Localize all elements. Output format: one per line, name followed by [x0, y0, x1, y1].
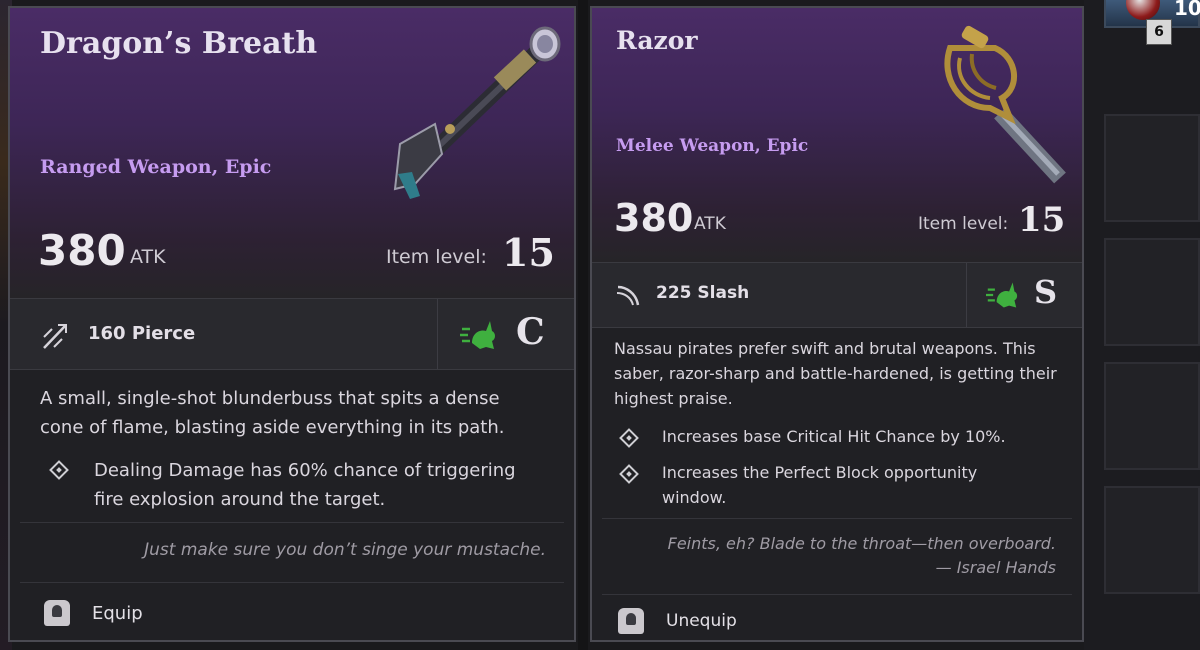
pierce-icon [43, 324, 67, 349]
perk-text: Dealing Damage has 60% chance of trigger… [94, 460, 516, 510]
slash-icon [616, 285, 640, 306]
item-level-label: Item level: [386, 246, 487, 268]
atk-value: 380 [38, 226, 126, 275]
speed-grade: S [1034, 273, 1058, 311]
atk-value: 380 [614, 196, 694, 240]
item-level-value: 15 [1018, 200, 1066, 240]
rabbit-speed-icon [460, 321, 495, 349]
divider [20, 582, 564, 583]
perk-item: Increases the Perfect Block opportunity … [619, 460, 1042, 510]
weapon-description: A small, single-shot blunderbuss that sp… [40, 388, 505, 438]
item-count-badge: 6 [1146, 19, 1172, 45]
speed-grade: C [516, 311, 545, 353]
key-prompt-icon [44, 600, 70, 626]
perk-text: Increases base Critical Hit Chance by 10… [662, 427, 1006, 446]
quote-attribution: — Israel Hands [935, 558, 1056, 577]
weapon-tooltip-dragons-breath: Dragon’s Breath Ranged Weapon, Epic 380 … [8, 6, 576, 642]
perk-text: Increases the Perfect Block opportunity … [662, 463, 978, 507]
item-level-label: Item level: [918, 214, 1009, 234]
damage-stat-row: 225 Slash S [592, 262, 1082, 328]
weapon-type: Melee Weapon, Epic [616, 136, 809, 156]
damage-value: 160 Pierce [88, 323, 196, 344]
perk-diamond-icon [619, 464, 639, 484]
inventory-slot[interactable] [1104, 238, 1200, 346]
perk-diamond-icon [49, 460, 69, 480]
divider [602, 518, 1072, 519]
flavor-quote: Just make sure you don’t singe your must… [144, 540, 546, 560]
atk-label: ATK [130, 246, 166, 268]
weapon-tooltip-razor: Razor Melee Weapon, Epic 380 ATK Item le… [590, 6, 1084, 642]
action-label: Equip [92, 602, 143, 624]
unequip-button[interactable]: Unequip [618, 608, 737, 634]
weapon-description: Nassau pirates prefer swift and brutal w… [614, 339, 1057, 408]
damage-value: 225 Slash [656, 283, 750, 303]
flavor-quote: Feints, eh? Blade to the throat—then ove… [668, 532, 1056, 580]
item-level-value: 15 [502, 230, 555, 275]
perk-diamond-icon [619, 428, 639, 448]
blunderbuss-icon [393, 26, 561, 199]
divider [602, 594, 1072, 595]
action-label: Unequip [666, 611, 737, 631]
key-prompt-icon [618, 608, 644, 634]
equip-button[interactable]: Equip [44, 600, 143, 626]
stat-divider [966, 263, 967, 327]
orb-icon [1126, 0, 1160, 20]
damage-stat-row: 160 Pierce C [10, 298, 574, 370]
perk-item: Dealing Damage has 60% chance of trigger… [49, 456, 550, 514]
stat-divider [437, 299, 438, 369]
divider [20, 522, 564, 523]
background-gap [578, 0, 588, 650]
weapon-title: Dragon’s Breath [40, 26, 318, 61]
atk-label: ATK [694, 214, 726, 234]
saber-icon [944, 25, 1066, 184]
weapon-title: Razor [616, 26, 698, 55]
perk-item: Increases base Critical Hit Chance by 10… [619, 424, 1042, 449]
weapon-type: Ranged Weapon, Epic [40, 156, 272, 178]
quote-line: Feints, eh? Blade to the throat—then ove… [667, 534, 1056, 553]
inventory-slot[interactable] [1104, 362, 1200, 470]
inventory-slot[interactable] [1104, 114, 1200, 222]
inventory-slot[interactable] [1104, 486, 1200, 594]
rabbit-speed-icon [986, 282, 1018, 308]
item-stack-number: 10 [1174, 0, 1200, 20]
